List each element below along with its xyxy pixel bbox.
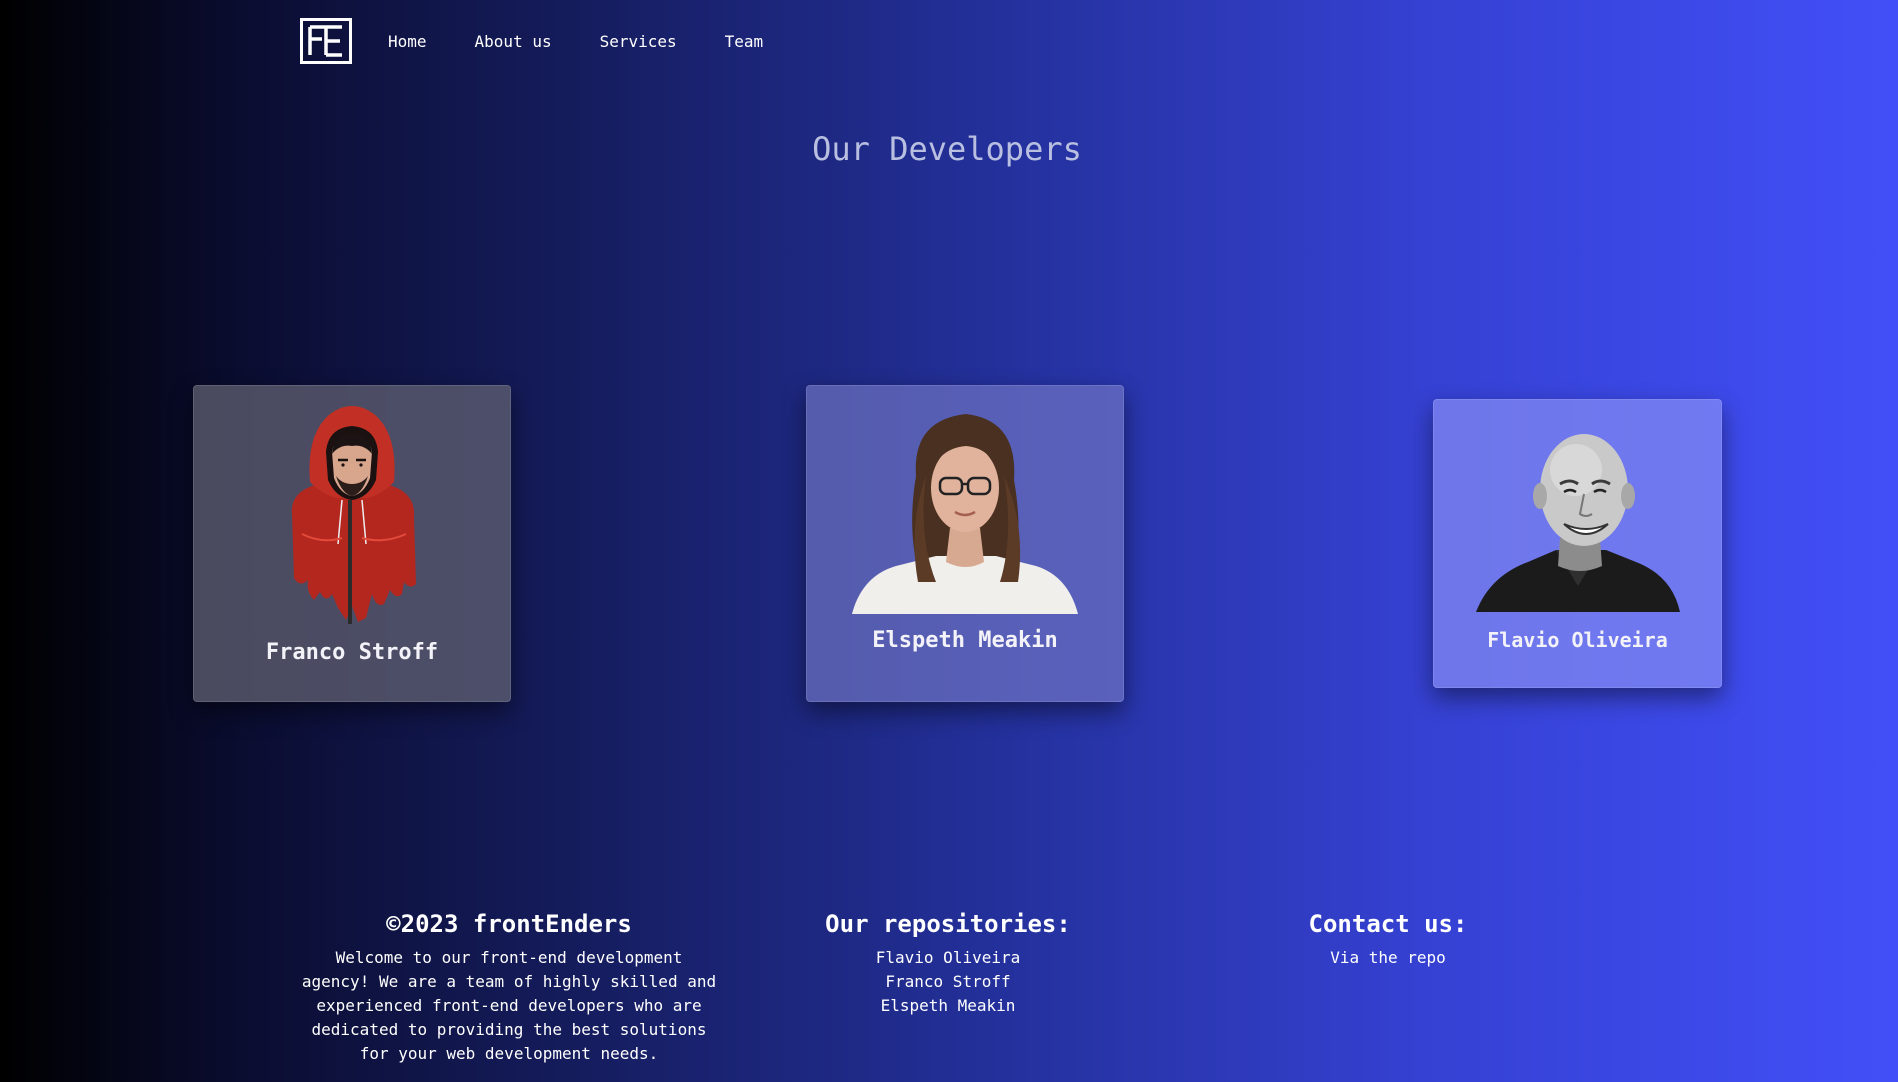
contact-repo-link[interactable]: Via the repo — [1290, 946, 1486, 970]
woman-portrait-photo-icon — [852, 414, 1078, 614]
nav-home-link[interactable]: Home — [388, 32, 427, 51]
footer-repos-heading: Our repositories: — [825, 910, 1071, 938]
hooded-man-illustration-icon — [291, 406, 416, 624]
developer-card-elspeth[interactable]: Elspeth Meakin — [806, 385, 1124, 702]
footer-about: ©2023 frontEnders Welcome to our front-e… — [298, 910, 720, 1066]
footer-about-heading: ©2023 frontEnders — [386, 910, 632, 938]
page-title: Our Developers — [812, 130, 1082, 168]
footer-contact: Contact us: Via the repo — [1290, 910, 1486, 970]
developer-name: Franco Stroff — [265, 640, 439, 665]
nav-team-link[interactable]: Team — [725, 32, 764, 51]
bald-man-portrait-photo-icon — [1475, 434, 1680, 612]
developer-card-flavio[interactable]: Flavio Oliveira — [1433, 399, 1722, 688]
fe-logo-icon — [308, 25, 342, 57]
footer-about-line: agency! We are a team of highly skilled … — [301, 972, 717, 991]
footer-repos: Our repositories: Flavio Oliveira Franco… — [808, 910, 1088, 1018]
developer-name: Elspeth Meakin — [872, 628, 1058, 653]
repo-link-elspeth[interactable]: Elspeth Meakin — [808, 994, 1088, 1018]
footer-about-line: dedicated to providing the best solution… — [311, 1020, 707, 1039]
nav-services-link[interactable]: Services — [600, 32, 677, 51]
footer-about-line: experienced front-end developers who are — [316, 996, 702, 1015]
footer-about-line: Welcome to our front-end development — [335, 948, 683, 967]
developer-name: Flavio Oliveira — [1487, 628, 1668, 652]
developer-card-franco[interactable]: Franco Stroff — [193, 385, 511, 702]
nav-about-link[interactable]: About us — [475, 32, 552, 51]
footer-about-line: for your web development needs. — [359, 1044, 659, 1063]
logo[interactable] — [300, 18, 352, 64]
repo-link-flavio[interactable]: Flavio Oliveira — [808, 946, 1088, 970]
top-nav: Home About us Services Team — [300, 18, 764, 64]
repo-link-franco[interactable]: Franco Stroff — [808, 970, 1088, 994]
footer-contact-heading: Contact us: — [1308, 910, 1468, 938]
